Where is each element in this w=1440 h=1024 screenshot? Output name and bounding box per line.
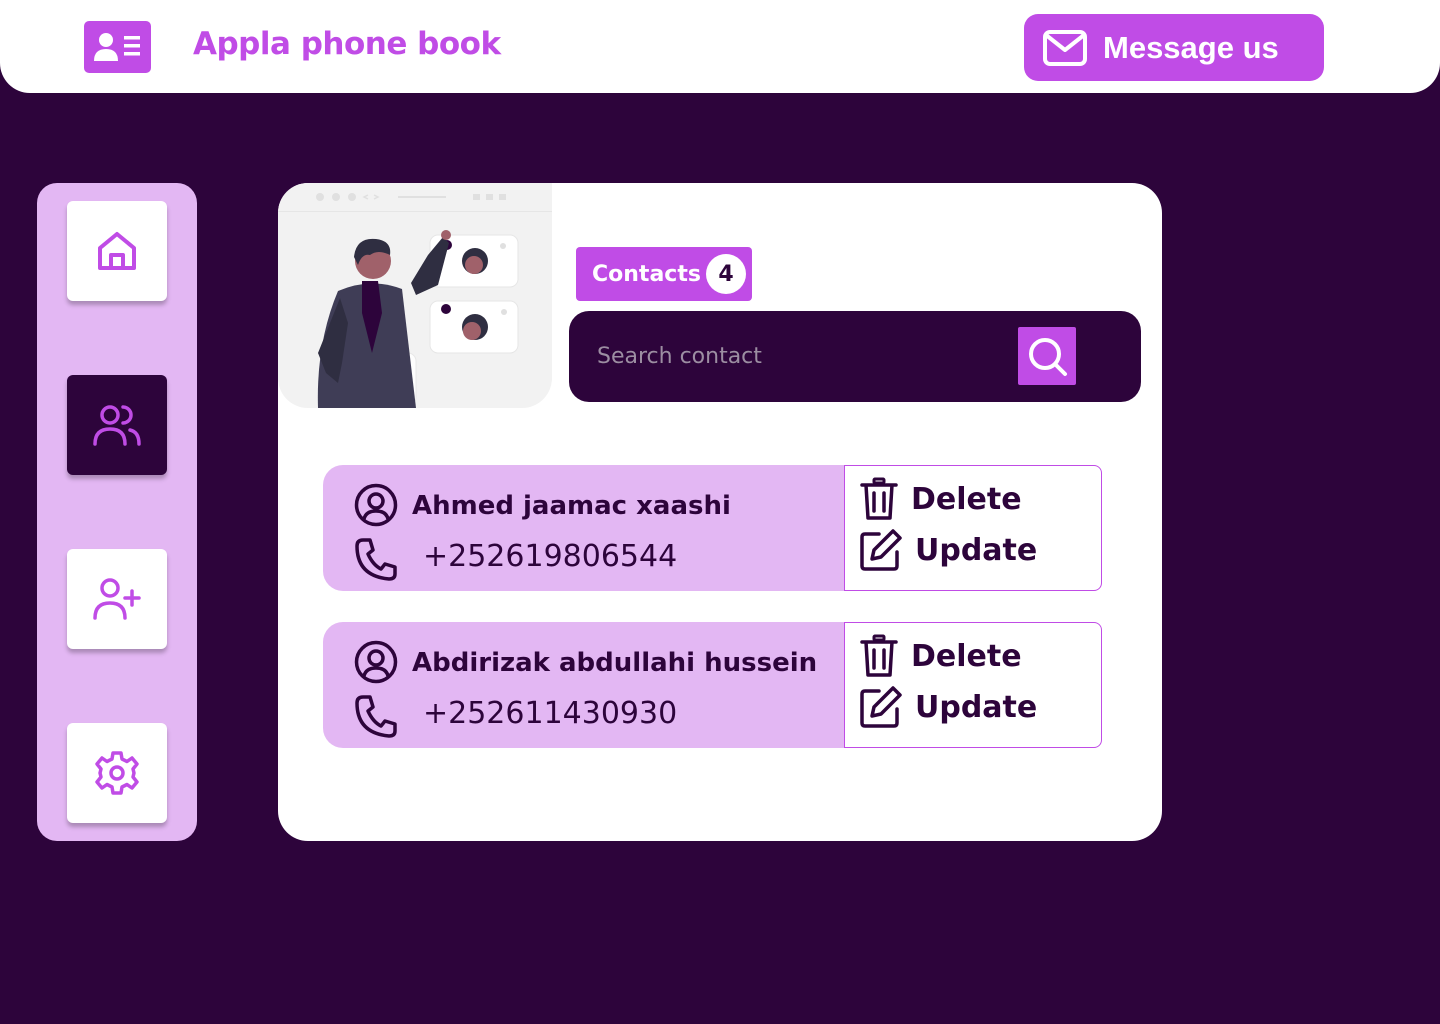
- phone-icon: [355, 538, 397, 581]
- contact-info: Abdirizak abdullahi hussein +25261143093…: [353, 622, 843, 748]
- sidebar-item-contacts[interactable]: [67, 375, 167, 475]
- contacts-count: 4: [706, 254, 746, 294]
- envelope-icon: [1043, 29, 1087, 66]
- delete-label: Delete: [911, 481, 1022, 517]
- contact-actions: Delete Update: [844, 465, 1102, 591]
- contacts-panel: Contacts 4 Ahmed jaamac xaashi +25261980…: [278, 183, 1162, 841]
- users-icon: [93, 405, 141, 446]
- search-input[interactable]: [597, 333, 997, 379]
- update-label: Update: [915, 532, 1038, 568]
- contact-info: Ahmed jaamac xaashi +252619806544: [353, 465, 843, 591]
- user-circle-icon: [354, 640, 398, 684]
- contacts-badge: Contacts 4: [576, 247, 752, 301]
- app-title: Appla phone book: [193, 26, 501, 62]
- sidebar-item-add-contact[interactable]: [67, 549, 167, 649]
- update-button[interactable]: Update: [859, 526, 1037, 574]
- sidebar-item-settings[interactable]: [67, 723, 167, 823]
- search-bar: [569, 311, 1141, 402]
- contact-row: Abdirizak abdullahi hussein +25261143093…: [323, 622, 1102, 748]
- contact-actions: Delete Update: [844, 622, 1102, 748]
- message-us-label: Message us: [1103, 29, 1279, 65]
- delete-label: Delete: [911, 638, 1022, 674]
- contacts-label: Contacts: [592, 261, 701, 287]
- contact-card-icon: [84, 21, 151, 73]
- edit-icon: [860, 686, 902, 728]
- phone-icon: [355, 695, 397, 738]
- contacts-illustration: [278, 183, 552, 408]
- search-button[interactable]: [1018, 327, 1076, 385]
- contact-phone: +252611430930: [423, 696, 678, 731]
- message-us-button[interactable]: Message us: [1024, 14, 1324, 81]
- user-circle-icon: [354, 483, 398, 527]
- sidebar: [37, 183, 197, 841]
- app-header: Appla phone book Message us: [0, 0, 1440, 93]
- update-button[interactable]: Update: [859, 683, 1037, 731]
- contact-phone: +252619806544: [423, 539, 678, 574]
- user-plus-icon: [93, 578, 141, 620]
- trash-icon: [860, 634, 898, 677]
- contact-row: Ahmed jaamac xaashi +252619806544 Delete: [323, 465, 1102, 591]
- contact-name: Abdirizak abdullahi hussein: [412, 648, 818, 678]
- delete-button[interactable]: Delete: [859, 475, 1022, 523]
- home-icon: [98, 232, 136, 270]
- gear-icon: [95, 751, 139, 795]
- search-icon: [1029, 338, 1067, 376]
- update-label: Update: [915, 689, 1038, 725]
- edit-icon: [860, 529, 902, 571]
- sidebar-item-home[interactable]: [67, 201, 167, 301]
- contact-name: Ahmed jaamac xaashi: [412, 491, 731, 521]
- trash-icon: [860, 477, 898, 520]
- delete-button[interactable]: Delete: [859, 632, 1022, 680]
